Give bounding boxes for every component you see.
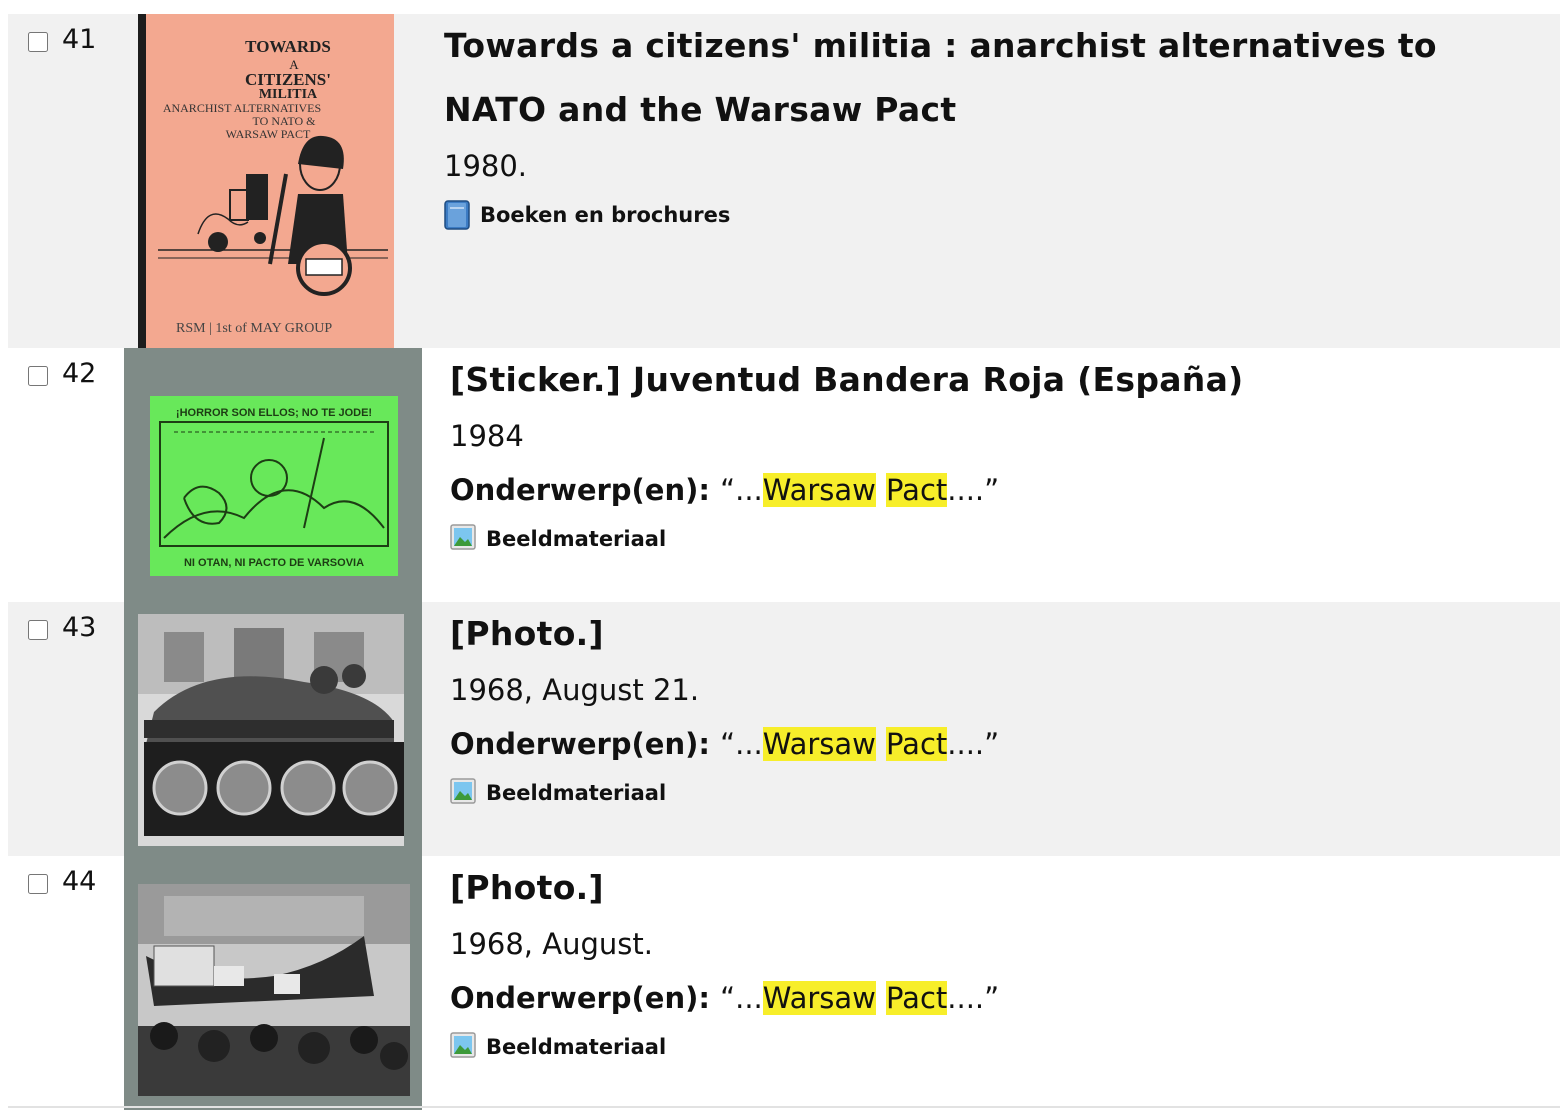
subject-suffix: ....” (947, 981, 1000, 1015)
subject-prefix: “... (720, 981, 763, 1015)
result-row: 44 [Photo.] 1968, August. Onderwerp(en):… (8, 856, 1560, 1110)
type-label: Beeldmateriaal (486, 527, 667, 551)
type-label: Beeldmateriaal (486, 1035, 667, 1059)
book-cover-image: TOWARDS A CITIZENS' MILITIA ANARCHIST AL… (138, 14, 394, 348)
result-row: 43 [Photo.] 1968, August 21. Onderwerp(e… (8, 602, 1560, 856)
subject-highlight: Warsaw (762, 981, 876, 1015)
result-content: Towards a citizens' militia : anarchist … (444, 14, 1534, 230)
result-type: Beeldmateriaal (450, 524, 1244, 554)
subject-suffix: ....” (947, 727, 1000, 761)
type-label: Boeken en brochures (480, 203, 731, 227)
svg-text:WARSAW PACT: WARSAW PACT (226, 127, 311, 141)
result-number: 44 (62, 866, 97, 897)
subject-highlight: Pact (886, 473, 948, 507)
subject-highlight: Pact (886, 727, 948, 761)
result-content: [Photo.] 1968, August 21. Onderwerp(en):… (450, 602, 999, 808)
image-icon (450, 1032, 476, 1062)
select-checkbox[interactable] (28, 32, 48, 52)
subject-highlight: Warsaw (762, 727, 876, 761)
result-content: [Sticker.] Juventud Bandera Roja (España… (450, 348, 1244, 554)
subject-suffix: ....” (947, 473, 1000, 507)
svg-text:RSM | 1st of MAY GROUP: RSM | 1st of MAY GROUP (176, 321, 332, 336)
result-row: 41 TOWARDS A CITIZENS' MILITIA ANARCHIST… (8, 14, 1560, 348)
result-thumbnail[interactable]: ¡HORROR SON ELLOS; NO TE JODE! NI OTAN, … (124, 348, 422, 602)
list-bottom-divider (8, 1106, 1560, 1108)
svg-text:¡HORROR SON ELLOS; NO TE JODE!: ¡HORROR SON ELLOS; NO TE JODE! (176, 407, 372, 419)
subject-prefix: “... (720, 473, 763, 507)
svg-text:TOWARDS: TOWARDS (245, 37, 331, 56)
result-subject: Onderwerp(en): “...Warsaw Pact....” (450, 470, 1244, 510)
result-subject: Onderwerp(en): “...Warsaw Pact....” (450, 978, 999, 1018)
result-date: 1980. (444, 149, 528, 183)
svg-text:MILITIA: MILITIA (259, 87, 318, 102)
search-results-list: 41 TOWARDS A CITIZENS' MILITIA ANARCHIST… (8, 14, 1560, 1110)
select-checkbox[interactable] (28, 620, 48, 640)
sticker-image: ¡HORROR SON ELLOS; NO TE JODE! NI OTAN, … (124, 348, 422, 602)
subject-highlight: Pact (886, 981, 948, 1015)
result-type: Boeken en brochures (444, 200, 1534, 230)
svg-text:ANARCHIST ALTERNATIVES: ANARCHIST ALTERNATIVES (163, 101, 321, 115)
type-label: Beeldmateriaal (486, 781, 667, 805)
subject-label: Onderwerp(en): (450, 981, 710, 1015)
result-thumbnail[interactable] (124, 856, 422, 1110)
result-title-link[interactable]: Towards a citizens' militia : anarchist … (444, 14, 1534, 142)
svg-text:TO NATO &: TO NATO & (253, 114, 317, 128)
image-icon (450, 524, 476, 554)
book-icon (444, 200, 470, 230)
result-title-link[interactable]: [Photo.] (450, 856, 999, 920)
subject-label: Onderwerp(en): (450, 727, 710, 761)
svg-text:NI OTAN, NI PACTO DE VARSOVIA: NI OTAN, NI PACTO DE VARSOVIA (184, 557, 364, 569)
result-number: 42 (62, 358, 97, 389)
result-subject: Onderwerp(en): “...Warsaw Pact....” (450, 724, 999, 764)
subject-highlight: Warsaw (762, 473, 876, 507)
result-content: [Photo.] 1968, August. Onderwerp(en): “.… (450, 856, 999, 1062)
result-date: 1968, August 21. (450, 673, 700, 707)
subject-label: Onderwerp(en): (450, 473, 710, 507)
crowd-photo-image (124, 856, 422, 1110)
subject-prefix: “... (720, 727, 763, 761)
select-checkbox[interactable] (28, 366, 48, 386)
result-date: 1984 (450, 419, 524, 453)
image-icon (450, 778, 476, 808)
result-title-link[interactable]: [Sticker.] Juventud Bandera Roja (España… (450, 348, 1244, 412)
result-title-link[interactable]: [Photo.] (450, 602, 999, 666)
result-row: 42 ¡HORROR SON ELLOS; NO TE JODE! NI OTA… (8, 348, 1560, 602)
result-type: Beeldmateriaal (450, 778, 999, 808)
select-checkbox[interactable] (28, 874, 48, 894)
result-number: 43 (62, 612, 97, 643)
result-thumbnail[interactable]: TOWARDS A CITIZENS' MILITIA ANARCHIST AL… (138, 14, 394, 348)
result-type: Beeldmateriaal (450, 1032, 999, 1062)
result-number: 41 (62, 24, 97, 55)
result-date: 1968, August. (450, 927, 653, 961)
tank-photo-image (124, 602, 422, 856)
result-thumbnail[interactable] (124, 602, 422, 856)
